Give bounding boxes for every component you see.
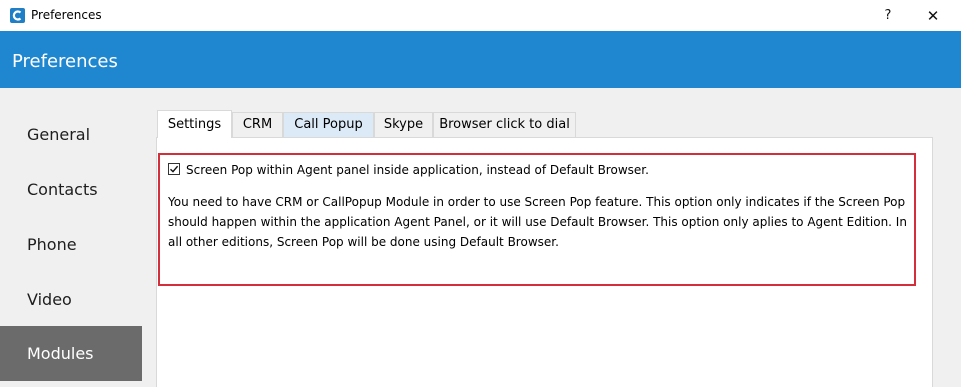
checkmark-icon [170, 165, 179, 173]
sidebar-item-modules[interactable]: Modules [0, 326, 142, 381]
sidebar-item-general[interactable]: General [0, 107, 142, 162]
tab-crm[interactable]: CRM [232, 112, 283, 137]
tab-call-popup[interactable]: Call Popup [283, 112, 374, 137]
tab-settings[interactable]: Settings [157, 110, 232, 138]
app-logo-icon [10, 8, 25, 23]
screen-pop-checkbox[interactable] [168, 163, 180, 175]
window-title: Preferences [31, 8, 102, 22]
screen-pop-checkbox-label[interactable]: Screen Pop within Agent panel inside app… [186, 163, 649, 177]
close-button[interactable]: ✕ [921, 5, 945, 27]
sidebar: General Contacts Phone Video Modules [0, 88, 142, 387]
sidebar-item-video[interactable]: Video [0, 272, 142, 327]
page-title: Preferences [12, 51, 118, 72]
screen-pop-description: You need to have CRM or CallPopup Module… [168, 195, 907, 249]
title-bar: Preferences ? ✕ [0, 0, 961, 32]
sidebar-item-contacts[interactable]: Contacts [0, 162, 142, 217]
preferences-header: Preferences [0, 31, 961, 88]
help-button[interactable]: ? [876, 5, 900, 27]
tab-browser-click-to-dial[interactable]: Browser click to dial [433, 112, 576, 137]
sidebar-item-phone[interactable]: Phone [0, 217, 142, 272]
tab-skype[interactable]: Skype [374, 112, 433, 137]
